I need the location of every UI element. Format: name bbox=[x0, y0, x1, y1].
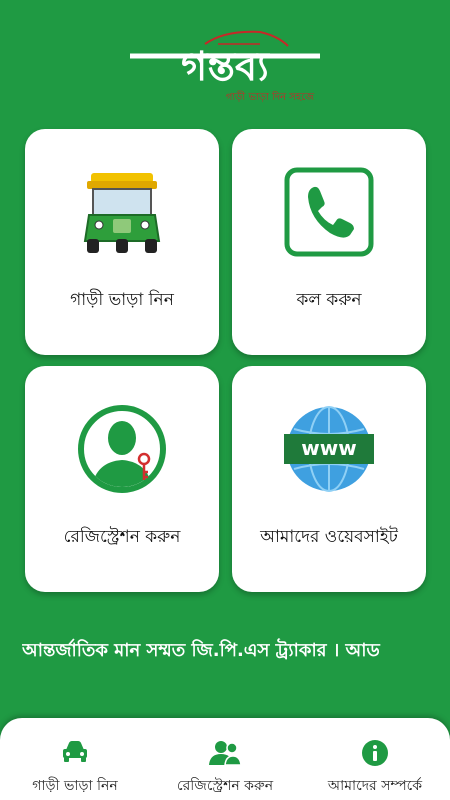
nav-registration-label: রেজিস্ট্রেশন করুন bbox=[176, 778, 274, 794]
users-icon bbox=[150, 740, 300, 766]
bottom-navigation: গাড়ী ভাড়া নিন রেজিস্ট্রেশন করুন আমাদের… bbox=[0, 718, 450, 800]
user-key-icon bbox=[25, 404, 219, 494]
svg-text:www: www bbox=[301, 436, 356, 460]
info-icon bbox=[300, 740, 450, 766]
news-ticker: আন্তর্জাতিক মান সম্মত জি.পি.এস ট্র্যাকার… bbox=[22, 640, 380, 661]
nav-rent-label: গাড়ী ভাড়া নিন bbox=[32, 778, 118, 794]
registration-card[interactable]: রেজিস্ট্রেশন করুন bbox=[25, 366, 219, 592]
car-icon bbox=[0, 740, 150, 764]
www-globe-icon: www bbox=[232, 404, 426, 494]
nav-about-label: আমাদের সম্পর্কে bbox=[327, 778, 423, 794]
rent-vehicle-card[interactable]: গাড়ী ভাড়া নিন bbox=[25, 129, 219, 355]
website-card[interactable]: www আমাদের ওয়েবসাইট bbox=[232, 366, 426, 592]
auto-rickshaw-icon bbox=[25, 167, 219, 257]
registration-label: রেজিস্ট্রেশন করুন bbox=[63, 527, 181, 547]
phone-icon bbox=[232, 167, 426, 257]
call-label: কল করুন bbox=[296, 290, 362, 310]
nav-rent-vehicle[interactable]: গাড়ী ভাড়া নিন bbox=[0, 718, 150, 800]
logo-text: গন্তব্য bbox=[181, 44, 270, 90]
app-logo: গন্তব্য গাড়ী ভাড়া দিন সহজে bbox=[0, 22, 450, 112]
logo-tagline: গাড়ী ভাড়া দিন সহজে bbox=[226, 90, 315, 103]
nav-registration[interactable]: রেজিস্ট্রেশন করুন bbox=[150, 718, 300, 800]
call-card[interactable]: কল করুন bbox=[232, 129, 426, 355]
website-label: আমাদের ওয়েবসাইট bbox=[260, 527, 398, 547]
rent-vehicle-label: গাড়ী ভাড়া নিন bbox=[70, 290, 174, 310]
nav-about-us[interactable]: আমাদের সম্পর্কে bbox=[300, 718, 450, 800]
